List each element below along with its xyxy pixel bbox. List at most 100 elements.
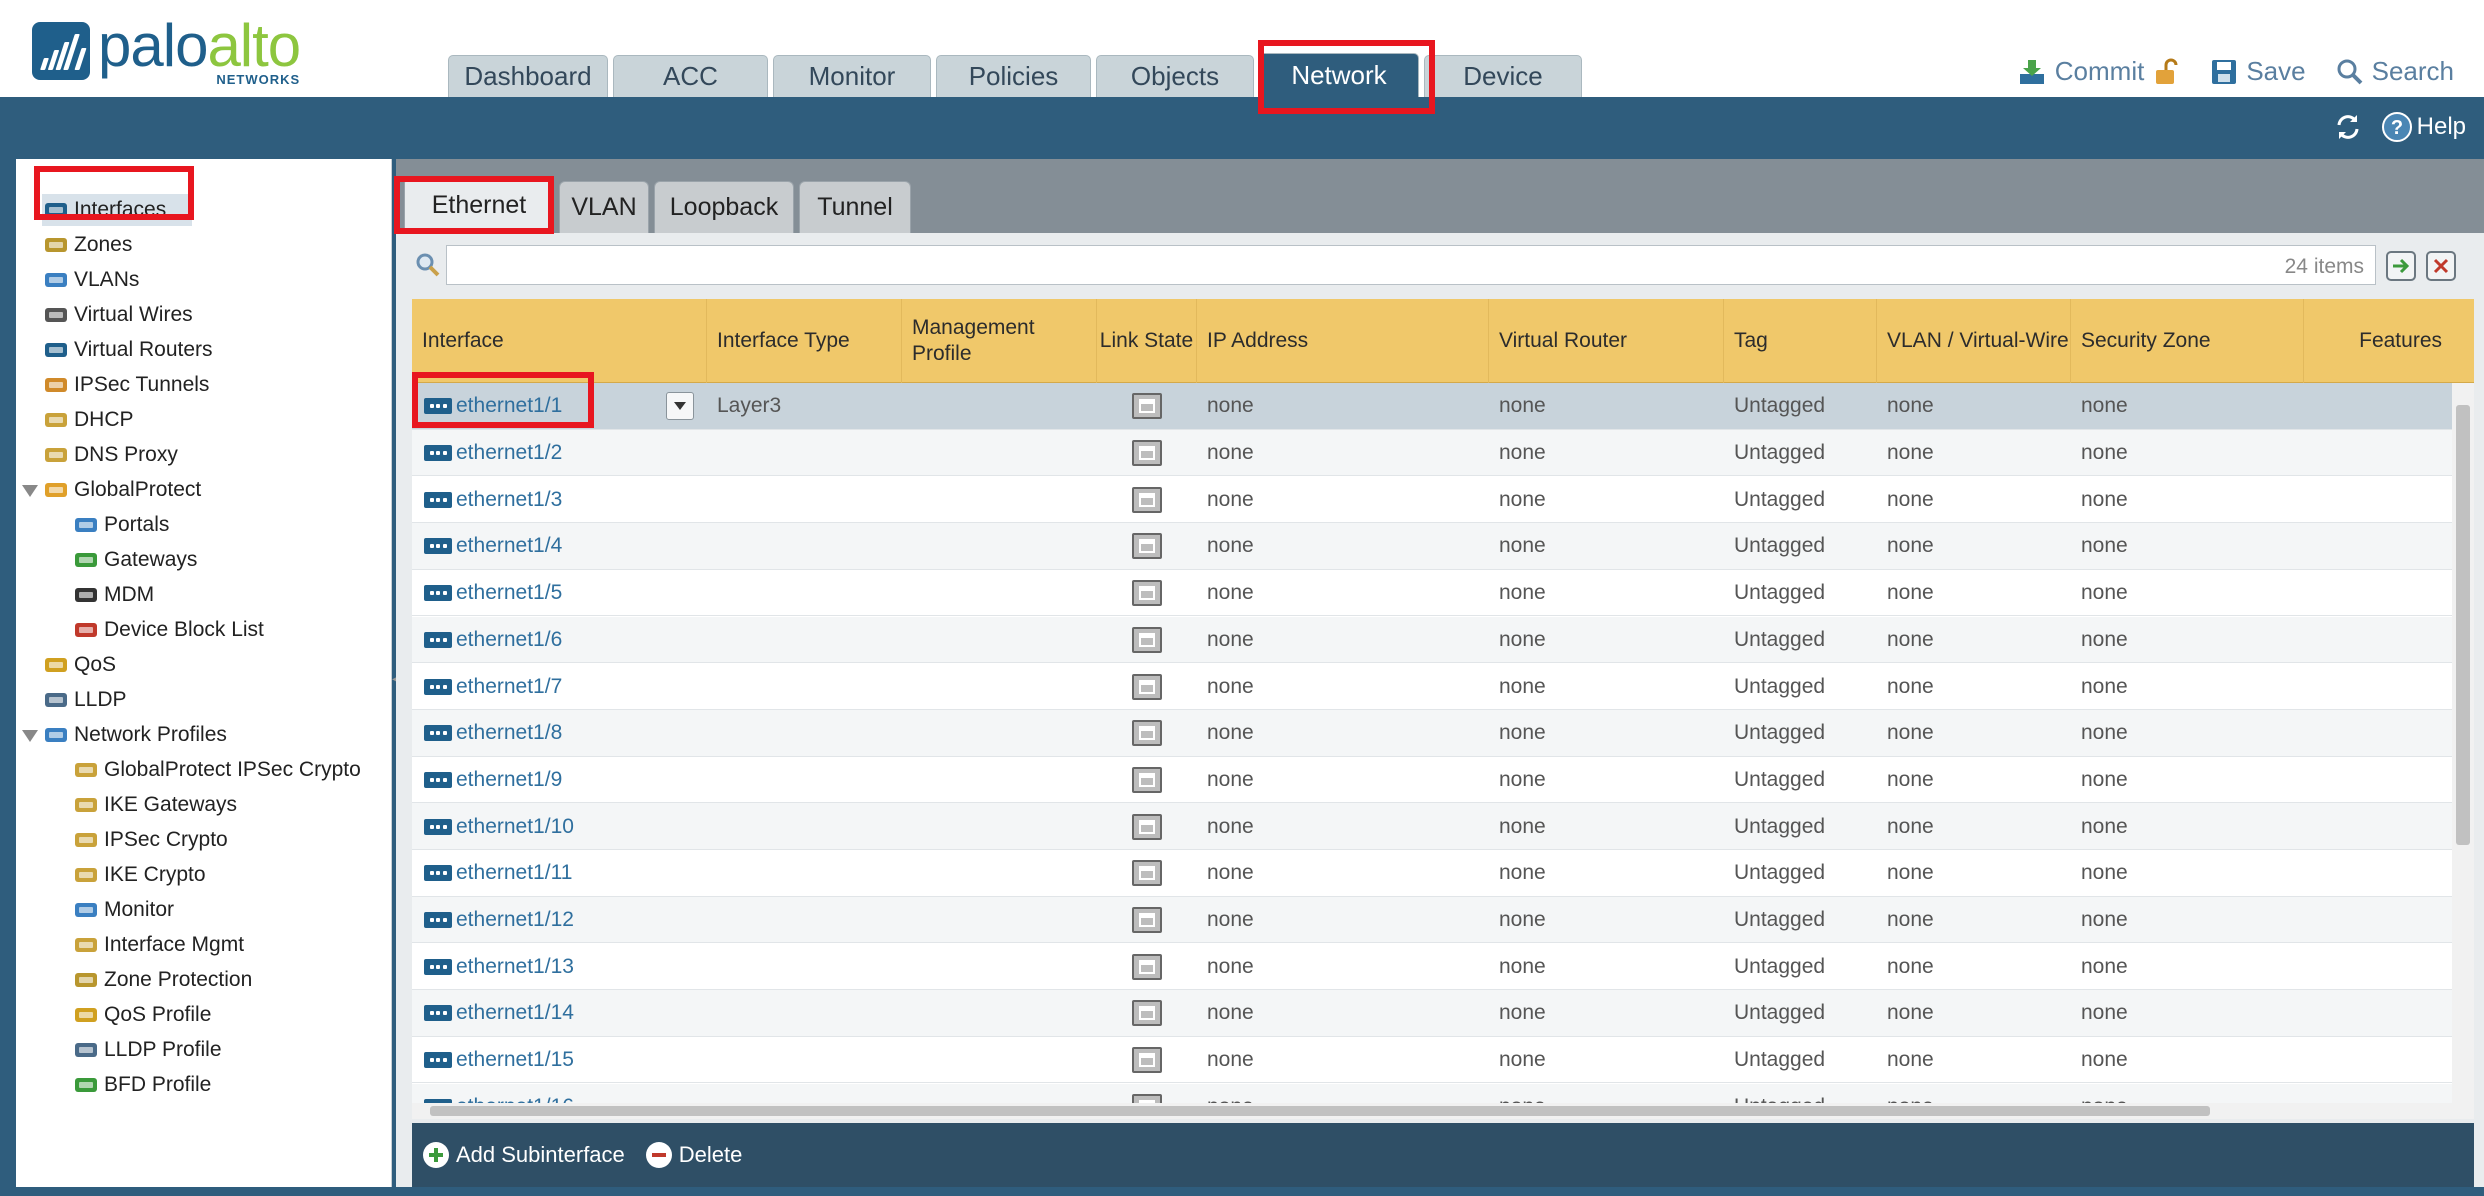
- interface-cell[interactable]: ethernet1/15: [412, 1037, 707, 1084]
- interface-name-link[interactable]: ethernet1/14: [456, 1001, 574, 1025]
- table-row[interactable]: ethernet1/11 none none Untagged none none: [412, 850, 2452, 897]
- interface-name-link[interactable]: ethernet1/9: [456, 768, 562, 792]
- search-button[interactable]: Search: [2336, 56, 2454, 87]
- nav-item-lldp[interactable]: LLDP: [42, 684, 127, 716]
- table-row[interactable]: ethernet1/13 none none Untagged none none: [412, 943, 2452, 991]
- table-row[interactable]: ethernet1/1 Layer3 none none Untagged none non…: [412, 383, 2452, 430]
- subtab-ethernet[interactable]: Ethernet: [404, 177, 554, 233]
- interface-cell[interactable]: ethernet1/5: [412, 570, 707, 617]
- nav-item-mdm[interactable]: MDM: [72, 579, 154, 611]
- interface-cell[interactable]: ethernet1/12: [412, 897, 707, 944]
- interface-cell[interactable]: ethernet1/2: [412, 430, 707, 477]
- commit-button[interactable]: Commit: [2017, 56, 2181, 87]
- table-row[interactable]: ethernet1/2 none none Untagged none none: [412, 429, 2452, 477]
- nav-item-virtual-routers[interactable]: Virtual Routers: [42, 334, 213, 366]
- table-row[interactable]: ethernet1/14 none none Untagged none none: [412, 990, 2452, 1037]
- filter-input[interactable]: [446, 245, 2376, 285]
- nav-item-virtual-wires[interactable]: Virtual Wires: [42, 299, 193, 331]
- column-header-management-profile[interactable]: Management Profile: [902, 299, 1097, 383]
- row-dropdown-button[interactable]: [666, 392, 694, 420]
- column-header-vlan-virtual-wire[interactable]: VLAN / Virtual-Wire: [1877, 299, 2071, 383]
- table-row[interactable]: ethernet1/10 none none Untagged none none: [412, 803, 2452, 850]
- nav-item-zones[interactable]: Zones: [42, 229, 132, 261]
- column-header-link-state[interactable]: Link State: [1097, 299, 1197, 383]
- interface-name-link[interactable]: ethernet1/2: [456, 441, 562, 465]
- nav-item-interfaces[interactable]: Interfaces: [42, 194, 192, 226]
- subtab-tunnel[interactable]: Tunnel: [799, 181, 911, 233]
- nav-item-globalprotect-ipsec-crypto[interactable]: GlobalProtect IPSec Crypto: [72, 754, 361, 786]
- interface-cell[interactable]: ethernet1/14: [412, 990, 707, 1037]
- interface-name-link[interactable]: ethernet1/4: [456, 534, 562, 558]
- help-button[interactable]: ? Help: [2381, 111, 2466, 143]
- delete-button[interactable]: Delete: [645, 1141, 742, 1169]
- interface-cell[interactable]: ethernet1/13: [412, 943, 707, 990]
- vertical-scrollbar[interactable]: [2452, 383, 2474, 1119]
- table-row[interactable]: ethernet1/9 none none Untagged none none: [412, 757, 2452, 804]
- tab-network[interactable]: Network: [1259, 53, 1419, 97]
- apply-filter-icon[interactable]: [2386, 251, 2416, 281]
- column-header-interface-type[interactable]: Interface Type: [707, 299, 902, 383]
- nav-item-dns-proxy[interactable]: DNS Proxy: [42, 439, 178, 471]
- nav-item-monitor[interactable]: Monitor: [72, 894, 174, 926]
- table-row[interactable]: ethernet1/6 none none Untagged none none: [412, 616, 2452, 664]
- tree-expand-icon[interactable]: [22, 730, 38, 742]
- interface-cell[interactable]: ethernet1/1: [412, 383, 707, 430]
- interface-name-link[interactable]: ethernet1/11: [456, 861, 572, 885]
- column-header-security-zone[interactable]: Security Zone: [2071, 299, 2304, 383]
- save-button[interactable]: Save: [2210, 56, 2306, 87]
- nav-item-interface-mgmt[interactable]: Interface Mgmt: [72, 929, 244, 961]
- interface-name-link[interactable]: ethernet1/12: [456, 908, 574, 932]
- table-row[interactable]: ethernet1/5 none none Untagged none none: [412, 570, 2452, 617]
- column-header-features[interactable]: Features: [2304, 299, 2452, 383]
- nav-item-bfd-profile[interactable]: BFD Profile: [72, 1069, 211, 1101]
- table-row[interactable]: ethernet1/16nonenoneUntaggednonenone: [412, 1083, 2452, 1103]
- table-row[interactable]: ethernet1/12 none none Untagged none none: [412, 896, 2452, 944]
- tree-expand-icon[interactable]: [22, 485, 38, 497]
- interface-cell[interactable]: ethernet1/11: [412, 850, 707, 897]
- column-header-ip-address[interactable]: IP Address: [1197, 299, 1489, 383]
- horizontal-scrollbar[interactable]: [412, 1103, 2452, 1119]
- nav-item-globalprotect[interactable]: GlobalProtect: [42, 474, 201, 506]
- interface-cell[interactable]: ethernet1/9: [412, 757, 707, 804]
- lock-open-icon[interactable]: [2152, 57, 2180, 87]
- interface-cell[interactable]: ethernet1/10: [412, 803, 707, 850]
- table-row[interactable]: ethernet1/8 none none Untagged none none: [412, 709, 2452, 757]
- table-row[interactable]: ethernet1/15 none none Untagged none none: [412, 1037, 2452, 1084]
- tab-objects[interactable]: Objects: [1096, 55, 1254, 97]
- subtab-loopback[interactable]: Loopback: [654, 181, 794, 233]
- interface-name-link[interactable]: ethernet1/5: [456, 581, 562, 605]
- column-header-virtual-router[interactable]: Virtual Router: [1489, 299, 1724, 383]
- column-header-tag[interactable]: Tag: [1724, 299, 1877, 383]
- interface-name-link[interactable]: ethernet1/6: [456, 628, 562, 652]
- nav-item-network-profiles[interactable]: Network Profiles: [42, 719, 227, 751]
- subtab-vlan[interactable]: VLAN: [559, 181, 649, 233]
- interface-cell[interactable]: ethernet1/3: [412, 476, 707, 523]
- tab-device[interactable]: Device: [1424, 55, 1582, 97]
- table-row[interactable]: ethernet1/7 none none Untagged none none: [412, 663, 2452, 710]
- nav-item-ike-crypto[interactable]: IKE Crypto: [72, 859, 206, 891]
- column-header-interface[interactable]: Interface: [412, 299, 707, 383]
- interface-cell[interactable]: ethernet1/16: [412, 1084, 707, 1103]
- interface-cell[interactable]: ethernet1/8: [412, 710, 707, 757]
- interface-name-link[interactable]: ethernet1/7: [456, 675, 562, 699]
- tab-acc[interactable]: ACC: [613, 55, 768, 97]
- nav-item-ipsec-tunnels[interactable]: IPSec Tunnels: [42, 369, 209, 401]
- table-row[interactable]: ethernet1/3 none none Untagged none none: [412, 476, 2452, 524]
- interface-cell[interactable]: ethernet1/6: [412, 617, 707, 664]
- nav-item-lldp-profile[interactable]: LLDP Profile: [72, 1034, 222, 1066]
- nav-item-ike-gateways[interactable]: IKE Gateways: [72, 789, 237, 821]
- clear-filter-icon[interactable]: [2426, 251, 2456, 281]
- interface-cell[interactable]: ethernet1/4: [412, 523, 707, 570]
- nav-item-device-block-list[interactable]: Device Block List: [72, 614, 264, 646]
- nav-item-dhcp[interactable]: DHCP: [42, 404, 134, 436]
- interface-name-link[interactable]: ethernet1/10: [456, 815, 574, 839]
- interface-name-link[interactable]: ethernet1/16: [456, 1095, 574, 1103]
- table-row[interactable]: ethernet1/4 none none Untagged none none: [412, 523, 2452, 570]
- interface-name-link[interactable]: ethernet1/15: [456, 1048, 574, 1072]
- interface-name-link[interactable]: ethernet1/8: [456, 721, 562, 745]
- interface-name-link[interactable]: ethernet1/3: [456, 488, 562, 512]
- refresh-icon[interactable]: [2333, 112, 2363, 142]
- tab-monitor[interactable]: Monitor: [773, 55, 931, 97]
- nav-item-zone-protection[interactable]: Zone Protection: [72, 964, 252, 996]
- tab-dashboard[interactable]: Dashboard: [448, 55, 608, 97]
